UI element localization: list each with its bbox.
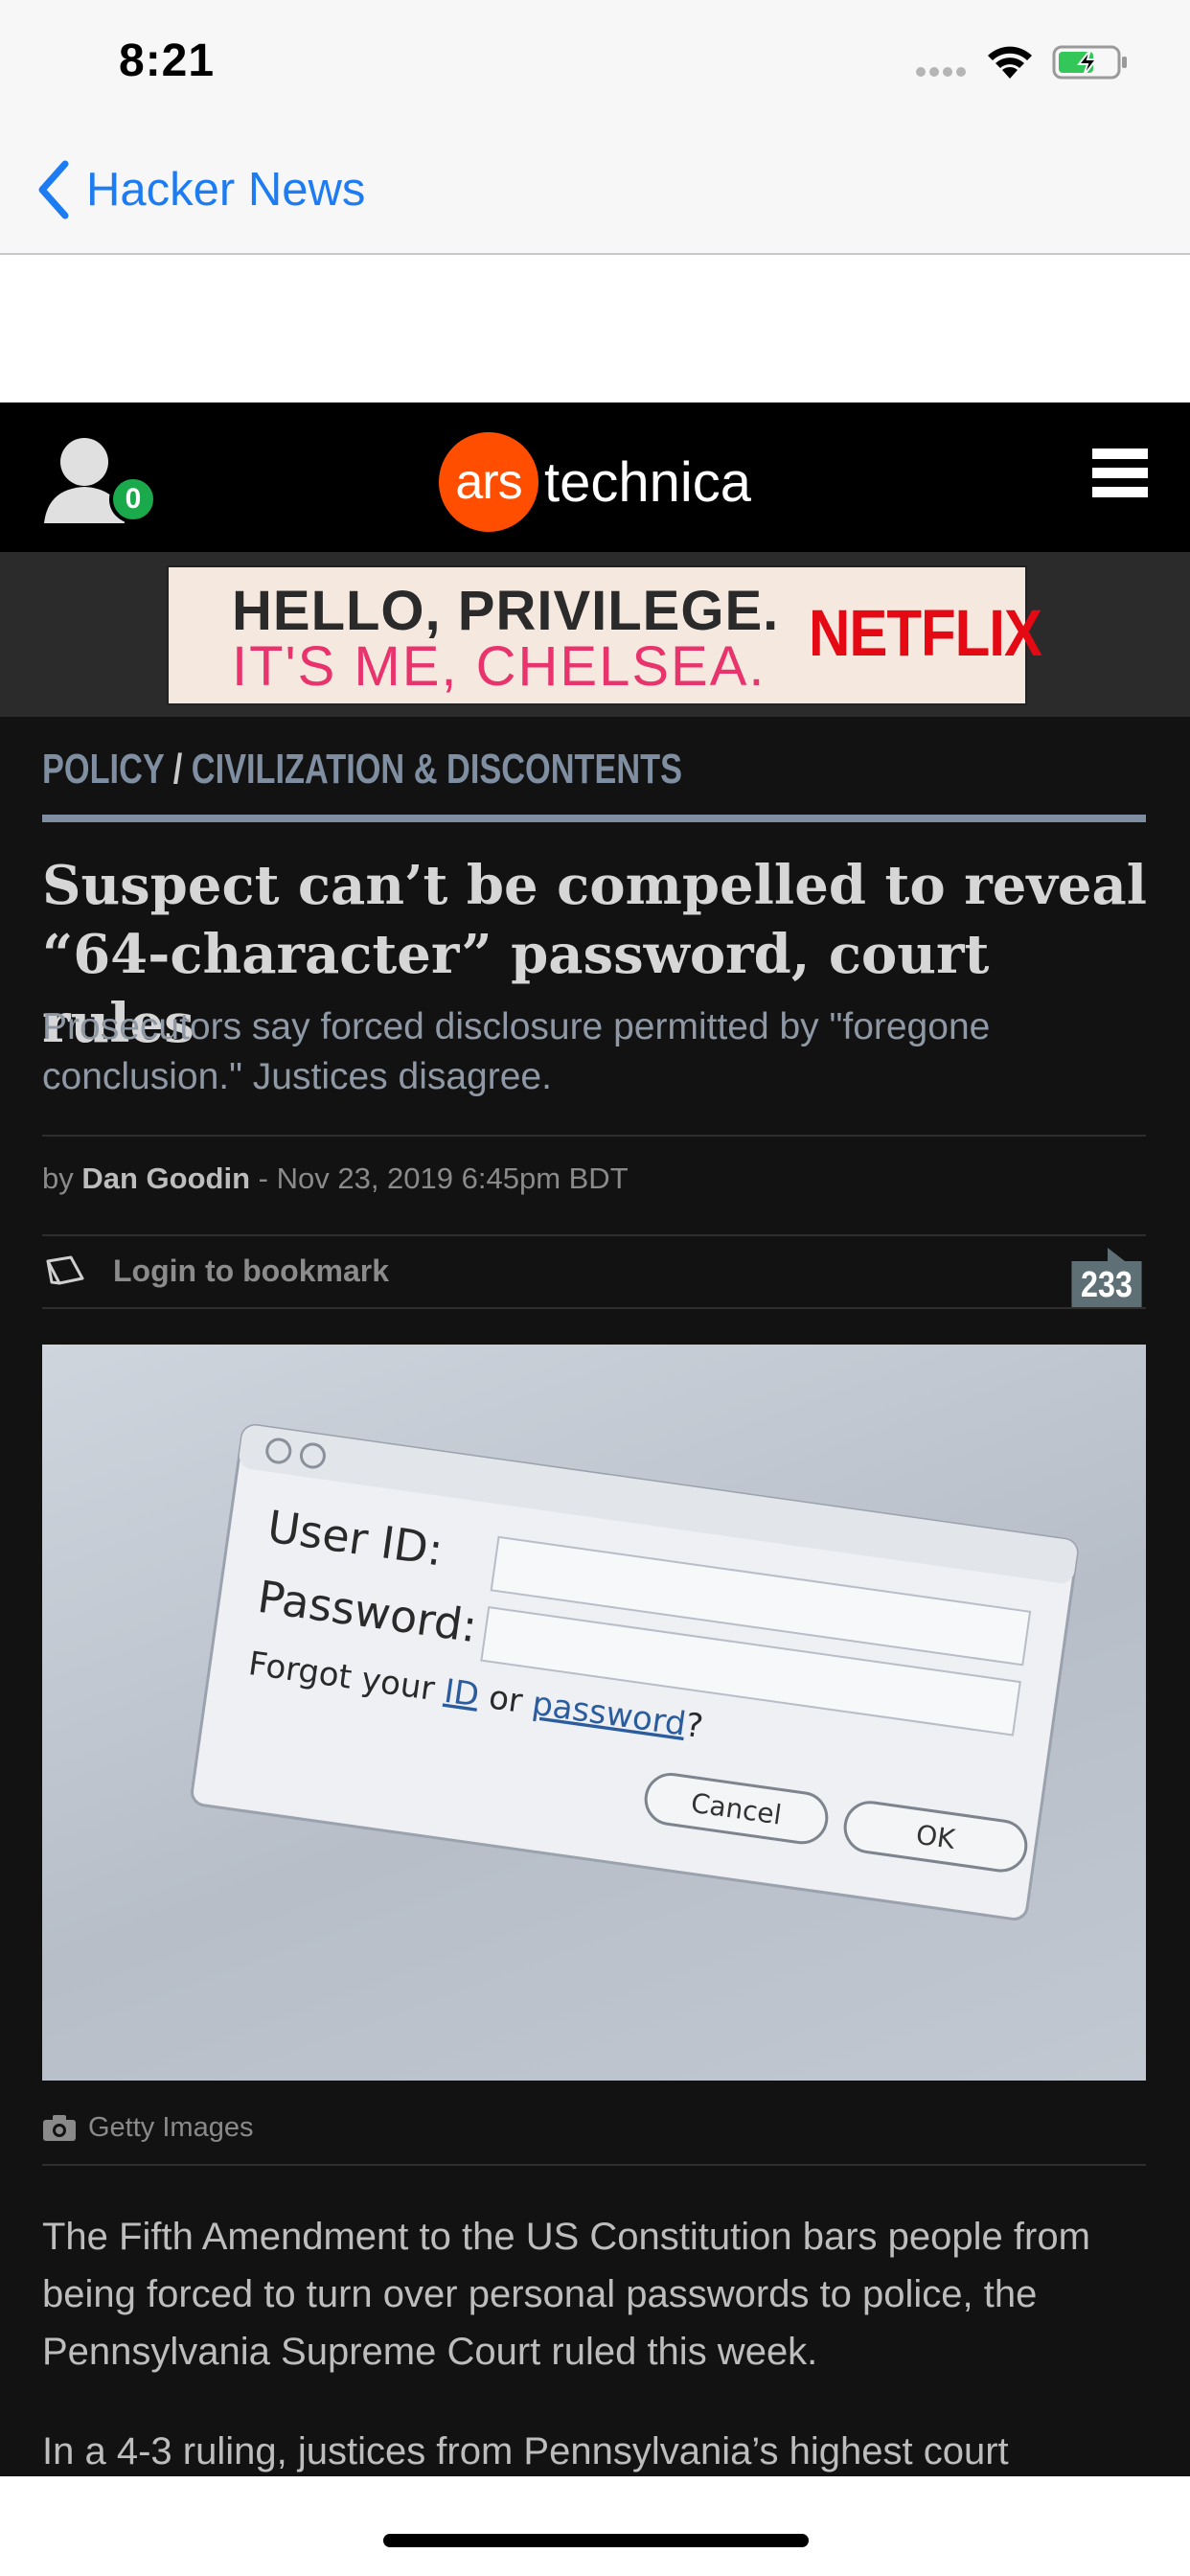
ad-headline: HELLO, PRIVILEGE.	[232, 580, 780, 642]
bookmark-button[interactable]: Login to bookmark	[42, 1248, 389, 1294]
article-body: The Fifth Amendment to the US Constituti…	[42, 2208, 1154, 2522]
chevron-left-icon	[38, 160, 69, 219]
body-paragraph: The Fifth Amendment to the US Constituti…	[42, 2216, 1090, 2373]
wifi-icon	[988, 46, 1032, 79]
ad-subline: IT'S ME, CHELSEA.	[232, 635, 767, 698]
back-button-label: Hacker News	[86, 164, 366, 216]
comments-button[interactable]: 233	[1065, 1248, 1148, 1309]
article-dek: Prosecutors say forced disclosure permit…	[42, 1006, 991, 1097]
divider	[42, 2164, 1146, 2166]
byline-prefix: by	[42, 1162, 74, 1195]
hero-image[interactable]: User ID: Password: Forgot your ID or pas…	[42, 1345, 1146, 2081]
breadcrumb: POLICY / CIVILIZATION & DISCONTENTS	[42, 746, 682, 794]
forgot-or: or	[487, 1678, 525, 1720]
divider	[42, 1135, 1146, 1137]
comment-count: 233	[1071, 1261, 1142, 1309]
breadcrumb-divider	[42, 815, 1146, 822]
bookmark-label: Login to bookmark	[113, 1253, 389, 1288]
logo-circle: ars	[439, 432, 538, 532]
signal-icon	[916, 67, 966, 77]
breadcrumb-separator: /	[172, 746, 183, 793]
account-button[interactable]: 0	[38, 429, 163, 535]
content-spacer	[0, 255, 1190, 402]
advertisement-banner[interactable]: HELLO, PRIVILEGE. IT'S ME, CHELSEA. NETF…	[167, 565, 1042, 705]
breadcrumb-civilization[interactable]: CIVILIZATION & DISCONTENTS	[192, 746, 682, 793]
publish-date: - Nov 23, 2019 6:45pm BDT	[258, 1162, 629, 1195]
home-indicator-area	[0, 2476, 1190, 2576]
logo-word: technica	[544, 450, 752, 514]
battery-charging-icon	[1052, 45, 1127, 80]
body-paragraph: In a 4-3 ruling, justices from Pennsylva…	[42, 2430, 1009, 2472]
camera-icon	[43, 2115, 76, 2141]
home-indicator[interactable]	[383, 2534, 809, 2547]
notification-badge: 0	[109, 475, 157, 523]
hamburger-menu-icon[interactable]	[1092, 448, 1148, 502]
forgot-id-link: ID	[442, 1672, 481, 1715]
status-time: 8:21	[119, 35, 216, 86]
ad-brand: NETFLIX	[809, 595, 1042, 671]
divider	[42, 1307, 1146, 1309]
author-link[interactable]: Dan Goodin	[81, 1162, 250, 1195]
image-credit: Getty Images	[42, 2108, 253, 2147]
login-dialog-illustration: User ID: Password: Forgot your ID or pas…	[191, 1423, 1079, 1920]
image-credit-label: Getty Images	[88, 2111, 254, 2143]
back-button[interactable]: Hacker News	[34, 160, 366, 219]
ok-label: OK	[914, 1819, 957, 1855]
bookmark-icon	[46, 1255, 84, 1285]
byline: by Dan Goodin - Nov 23, 2019 6:45pm BDT	[42, 1162, 629, 1196]
breadcrumb-policy[interactable]: POLICY	[42, 746, 164, 793]
divider	[42, 1234, 1146, 1236]
ars-technica-logo[interactable]: ars technica	[439, 429, 751, 535]
